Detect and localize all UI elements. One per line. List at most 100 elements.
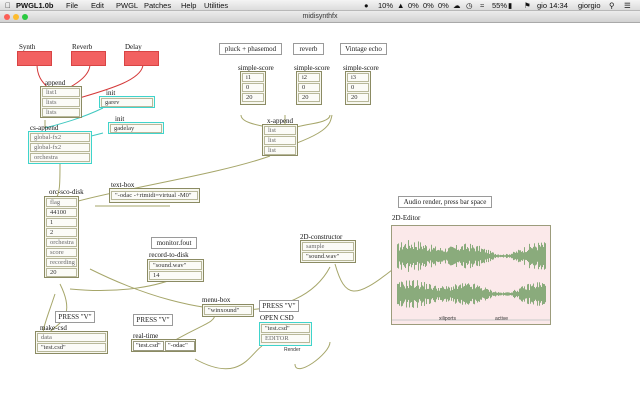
waveform-bar [413, 249, 414, 263]
x-append-row-2[interactable]: list [264, 136, 296, 145]
vintage-echo-button[interactable]: Vintage echo [340, 43, 387, 55]
waveform-bar [473, 284, 474, 304]
menubar-clock[interactable]: gio 14:34 [537, 1, 568, 10]
status-icon[interactable]: ● [364, 1, 369, 10]
reverb-preset-box[interactable] [71, 51, 106, 66]
orc-value-1[interactable]: 1 [46, 218, 77, 227]
record-to-disk-box[interactable]: "sound.wav" 14 [147, 259, 204, 282]
constructor-box[interactable]: sample "sound.wav" [300, 240, 356, 263]
simple-score-2-instr[interactable]: i2 [298, 73, 320, 82]
open-csd-editor[interactable]: EDITOR [261, 334, 310, 343]
simple-score-box-1[interactable]: i1 0 20 [240, 71, 266, 105]
cs-append-box[interactable]: global-fx2 global-fx2 orchestra [28, 131, 92, 164]
simple-score-2-dur[interactable]: 20 [298, 93, 320, 102]
cloud-icon[interactable]: ☁ [453, 1, 461, 10]
menu-patches[interactable]: Patches [144, 1, 171, 10]
waveform-bar [516, 251, 517, 261]
init-box-garev[interactable]: garev [99, 96, 155, 108]
monitor-fout-button[interactable]: monitor.fout [151, 237, 197, 249]
open-csd-file[interactable]: "test.csd" [261, 324, 310, 333]
menu-file[interactable]: File [66, 1, 78, 10]
press-v-button-1[interactable]: PRESS "V" [55, 311, 95, 323]
append-row-3[interactable]: lists [42, 108, 80, 117]
cpu-icon[interactable]: ▲ [397, 1, 404, 10]
x-append-row-3[interactable]: list [264, 146, 296, 155]
simple-score-1-dur[interactable]: 20 [242, 93, 264, 102]
simple-score-box-3[interactable]: i3 0 20 [345, 71, 371, 105]
orc-orchestra[interactable]: orchestra [46, 238, 77, 247]
make-csd-data[interactable]: data [37, 333, 106, 342]
real-time-box[interactable]: "test.csd" "-odac" [131, 339, 196, 352]
reverb-button[interactable]: reverb [293, 43, 324, 55]
2d-editor[interactable]: xiliports active [391, 225, 551, 325]
delay-preset-box[interactable] [124, 51, 159, 66]
menu-utilities[interactable]: Utilities [204, 1, 228, 10]
apple-icon[interactable]:  [5, 1, 11, 10]
pluck-phasemod-button[interactable]: pluck + phasemod [219, 43, 282, 55]
orc-flag[interactable]: flag [46, 198, 77, 207]
init-value-garev[interactable]: garev [101, 98, 153, 107]
menu-box-value[interactable]: "winxound" [204, 306, 252, 315]
orc-sample-rate[interactable]: 44100 [46, 208, 77, 217]
menu-pwgl[interactable]: PWGL [116, 1, 138, 10]
simple-score-3-start[interactable]: 0 [347, 83, 369, 92]
waveform-bar [461, 288, 462, 300]
orc-duration[interactable]: 20 [46, 268, 77, 277]
simple-score-3-instr[interactable]: i3 [347, 73, 369, 82]
waveform-bar [438, 287, 439, 301]
orc-score[interactable]: score [46, 248, 77, 257]
cs-append-row-2[interactable]: global-fx2 [30, 143, 90, 152]
orc-value-2[interactable]: 2 [46, 228, 77, 237]
text-box-value[interactable]: "-odac -+rtmidi=virtual -M0" [111, 191, 198, 200]
notification-icon[interactable]: ☰ [624, 1, 631, 10]
record-filename[interactable]: "sound.wav" [149, 261, 202, 270]
waveform-bar [521, 251, 522, 261]
make-csd-box[interactable]: data "test.csd" [35, 331, 108, 354]
open-csd-box[interactable]: "test.csd" EDITOR [259, 322, 312, 346]
time-machine-icon[interactable]: ◷ [466, 1, 473, 10]
simple-score-box-2[interactable]: i2 0 20 [296, 71, 322, 105]
audio-render-message[interactable]: Audio render, press bar space [398, 196, 492, 208]
append-row-1[interactable]: list1 [42, 88, 80, 97]
make-csd-file[interactable]: "test.csd" [37, 343, 106, 352]
record-number[interactable]: 14 [149, 271, 202, 280]
waveform-bar [476, 246, 477, 266]
wifi-icon[interactable]: ≈ [480, 1, 484, 10]
cs-append-row-1[interactable]: global-fx2 [30, 133, 90, 142]
battery-icon[interactable]: ▮ [508, 1, 512, 10]
synth-preset-box[interactable] [17, 51, 52, 66]
simple-score-1-instr[interactable]: i1 [242, 73, 264, 82]
waveform-bar [509, 292, 510, 296]
append-row-2[interactable]: lists [42, 98, 80, 107]
spotlight-icon[interactable]: ⚲ [609, 1, 615, 10]
menubar-user[interactable]: giorgio [578, 1, 601, 10]
press-v-button-3[interactable]: PRESS "V" [259, 300, 299, 312]
patch-canvas[interactable]: Synth Reverb Delay append list1 lists li… [0, 24, 640, 400]
waveform-bar [409, 280, 410, 308]
x-append-row-1[interactable]: list [264, 126, 296, 135]
waveform-bar [482, 290, 483, 298]
simple-score-2-start[interactable]: 0 [298, 83, 320, 92]
orc-recording[interactable]: recording [46, 258, 77, 267]
waveform-bar [414, 287, 415, 301]
menu-edit[interactable]: Edit [91, 1, 104, 10]
orc-sco-disk-box[interactable]: flag 44100 1 2 orchestra score recording… [44, 196, 79, 278]
text-box[interactable]: "-odac -+rtmidi=virtual -M0" [109, 188, 200, 203]
constructor-file[interactable]: "sound.wav" [302, 252, 354, 261]
init-value-gadelay[interactable]: gadelay [110, 124, 162, 133]
simple-score-3-dur[interactable]: 20 [347, 93, 369, 102]
simple-score-1-start[interactable]: 0 [242, 83, 264, 92]
cs-append-row-3[interactable]: orchestra [30, 153, 90, 162]
menu-box[interactable]: "winxound" [202, 304, 254, 317]
flag-icon[interactable]: ⚑ [524, 1, 531, 10]
init-box-gadelay[interactable]: gadelay [108, 122, 164, 134]
waveform-bar [421, 246, 422, 266]
menu-help[interactable]: Help [181, 1, 196, 10]
real-time-file[interactable]: "test.csd" [133, 341, 164, 351]
x-append-box[interactable]: list list list [262, 124, 298, 156]
press-v-button-2[interactable]: PRESS "V" [133, 314, 173, 326]
constructor-sample[interactable]: sample [302, 242, 354, 251]
append-box[interactable]: list1 lists lists [40, 86, 82, 118]
real-time-flag[interactable]: "-odac" [165, 341, 195, 351]
menu-app-name[interactable]: PWGL1.0b [16, 1, 54, 10]
